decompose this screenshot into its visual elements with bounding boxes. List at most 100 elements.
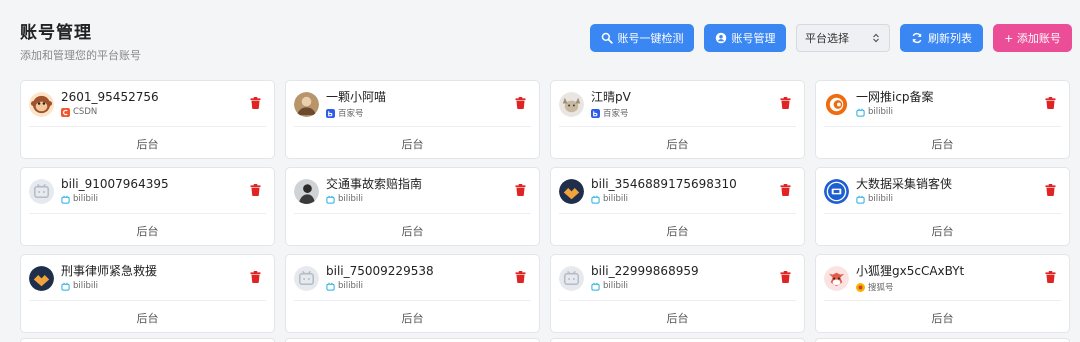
bilibili-icon [61,194,70,204]
trash-icon[interactable] [780,97,791,109]
add-account-button[interactable]: + 添加账号 [993,24,1072,52]
backend-link[interactable]: 后台 [286,136,539,152]
trash-icon[interactable] [250,184,261,196]
platform-name: bilibili [603,281,628,291]
account-card: 2601_95452756 CSDN 后台 [20,80,275,159]
trash-icon[interactable] [515,97,526,109]
account-card-header: bili_22999868959 bilibili [559,255,796,301]
platform-tag: bilibili [61,194,266,204]
account-info: 一网推icp备案 bilibili [856,90,1061,117]
trash-icon[interactable] [1045,97,1056,109]
page-header: 账号管理 添加和管理您的平台账号 [20,18,141,63]
account-manage-button[interactable]: 账号管理 [704,24,786,52]
search-icon [601,32,613,44]
platform-name: bilibili [868,107,893,117]
platform-name: bilibili [603,194,628,204]
page-subtitle: 添加和管理您的平台账号 [20,49,141,62]
platform-name: bilibili [73,194,98,204]
platform-select[interactable]: 平台选择 [796,24,890,52]
bilibili-icon [61,281,70,291]
account-card: 刑事律师紧急救援 bilibili 后台 [20,254,275,333]
account-card: 一网推icp备案 bilibili 后台 [815,80,1070,159]
platform-name: 百家号 [338,109,364,119]
account-card-header: 一颗小阿喵百家号 [294,81,531,127]
platform-tag: bilibili [61,281,266,291]
account-card-header: bili_75009229538 bilibili [294,255,531,301]
avatar [294,179,319,204]
backend-link[interactable]: 后台 [816,223,1069,239]
add-account-label: + 添加账号 [1004,32,1061,45]
platform-tag: 百家号 [326,107,531,119]
account-card: bili_91007964395 bilibili 后台 [20,167,275,246]
detect-accounts-label: 账号一键检测 [617,32,684,45]
card-edge [20,338,275,342]
backend-link[interactable]: 后台 [816,136,1069,152]
avatar [559,92,584,117]
account-manage-label: 账号管理 [731,32,776,45]
account-info: 一颗小阿喵百家号 [326,90,531,119]
account-name: bili_3546889175698310 [591,177,737,191]
backend-link[interactable]: 后台 [551,136,804,152]
trash-icon[interactable] [250,97,261,109]
trash-icon[interactable] [780,184,791,196]
account-card: bili_75009229538 bilibili 后台 [285,254,540,333]
refresh-icon [912,32,922,44]
platform-select-value: 平台选择 [805,32,849,45]
platform-name: 百家号 [603,109,629,119]
backend-link[interactable]: 后台 [286,223,539,239]
account-card-header: 大数据采集销客侠 bilibili [824,168,1061,214]
trash-icon[interactable] [1045,271,1056,283]
platform-tag: bilibili [326,281,531,291]
platform-name: 搜狐号 [868,283,894,293]
avatar [559,179,584,204]
platform-name: bilibili [73,281,98,291]
account-card: bili_3546889175698310 bilibili 后台 [550,167,805,246]
platform-name: bilibili [338,281,363,291]
backend-link[interactable]: 后台 [551,223,804,239]
refresh-list-label: 刷新列表 [928,32,972,45]
platform-name: bilibili [868,194,893,204]
account-card-header: 江晴pV 百家号 [559,81,796,127]
trash-icon[interactable] [515,184,526,196]
platform-tag: 搜狐号 [856,281,1061,293]
platform-tag: bilibili [856,107,1061,117]
account-name: bili_75009229538 [326,264,434,278]
account-card: bili_22999868959 bilibili 后台 [550,254,805,333]
refresh-list-button[interactable]: 刷新列表 [900,24,983,52]
account-name: bili_91007964395 [61,177,169,191]
account-name: 江晴pV [591,90,631,104]
platform-tag: bilibili [591,281,796,291]
account-name: 一网推icp备案 [856,90,934,104]
bilibili-icon [326,194,335,204]
account-info: bili_75009229538 bilibili [326,264,531,291]
backend-link[interactable]: 后台 [21,136,274,152]
backend-link[interactable]: 后台 [21,223,274,239]
account-info: 2601_95452756 CSDN [61,90,266,117]
card-edge [285,338,540,342]
backend-link[interactable]: 后台 [21,310,274,326]
account-card: 一颗小阿喵百家号后台 [285,80,540,159]
platform-tag: bilibili [591,194,796,204]
bilibili-icon [591,281,600,291]
toolbar: 账号一键检测 账号管理 平台选择 刷新列表 + 添加账号 [590,24,1072,52]
trash-icon[interactable] [1045,184,1056,196]
csdn-icon [61,107,70,117]
bilibili-icon [856,194,865,204]
avatar [29,92,54,117]
backend-link[interactable]: 后台 [286,310,539,326]
avatar [824,179,849,204]
backend-link[interactable]: 后台 [551,310,804,326]
account-card-header: 2601_95452756 CSDN [29,81,266,127]
trash-icon[interactable] [780,271,791,283]
account-card: 交通事故索赔指南 bilibili 后台 [285,167,540,246]
backend-link[interactable]: 后台 [816,310,1069,326]
detect-accounts-button[interactable]: 账号一键检测 [590,24,694,52]
trash-icon[interactable] [515,271,526,283]
account-info: 小狐狸gx5cCAxBYt 搜狐号 [856,264,1061,293]
account-card-header: 一网推icp备案 bilibili [824,81,1061,127]
platform-tag: CSDN [61,107,266,117]
user-circle-icon [715,32,726,44]
trash-icon[interactable] [250,271,261,283]
account-info: 大数据采集销客侠 bilibili [856,177,1061,204]
account-name: 一颗小阿喵 [326,90,387,104]
